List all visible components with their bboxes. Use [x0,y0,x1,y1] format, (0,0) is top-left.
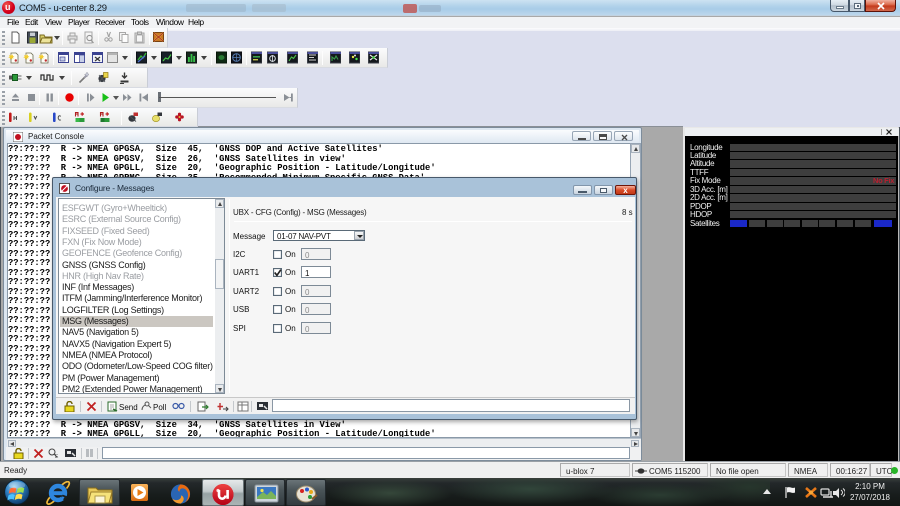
svg-text:E: E [55,454,59,459]
